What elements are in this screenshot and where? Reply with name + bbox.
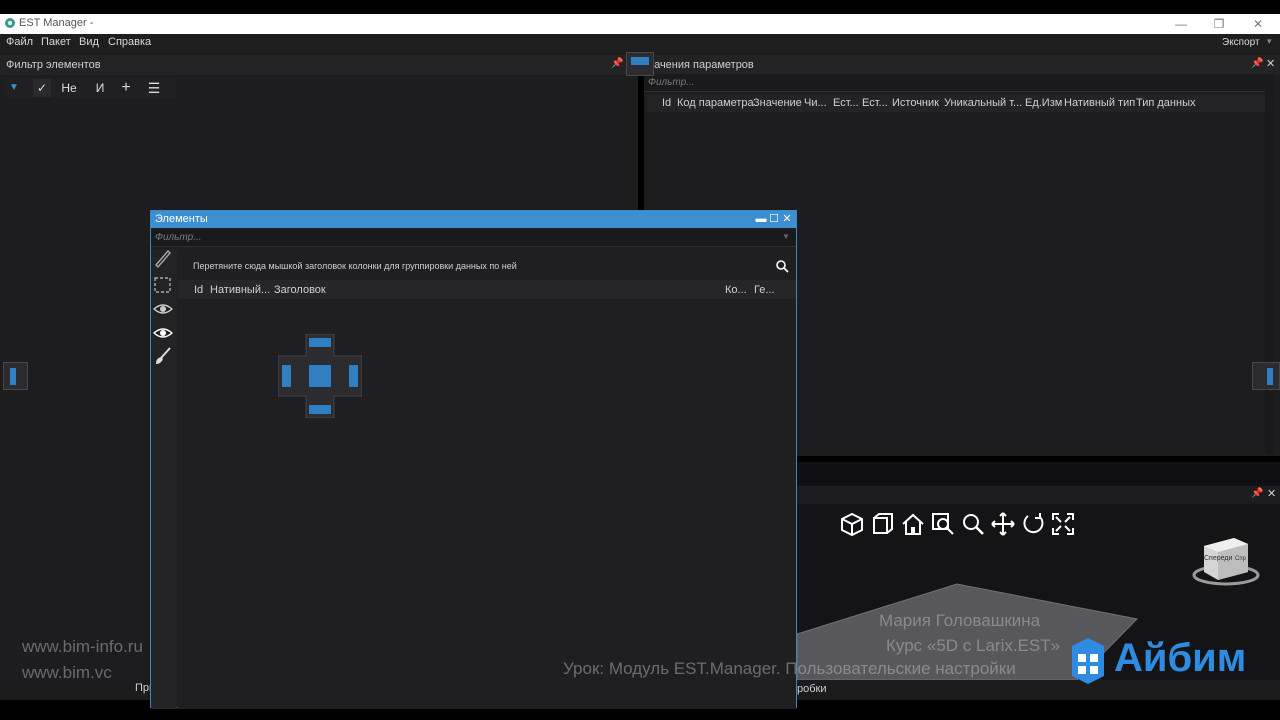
view-3d-icon[interactable] <box>839 511 865 537</box>
el-col-count[interactable]: Ко... <box>725 284 747 296</box>
params-close-icon[interactable]: ✕ <box>1266 57 1275 70</box>
group-panel[interactable]: Перетяните сюда мышкой заголовок колонки… <box>178 254 796 278</box>
params-panel-title: начения параметров <box>648 59 754 71</box>
window-titlebar: EST Manager - — ❐ ✕ <box>0 14 1280 34</box>
dock-right-target[interactable] <box>1252 362 1280 390</box>
site-url-1: www.bim-info.ru <box>22 637 143 656</box>
window-title: EST Manager - <box>19 17 94 29</box>
col-param-code[interactable]: Код параметра <box>677 97 754 109</box>
and-button[interactable]: И <box>91 79 109 97</box>
filter-panel-header: Фильтр элементов 📌 <box>0 55 638 75</box>
filter-dropdown-icon[interactable]: ▼ <box>6 79 22 97</box>
site-url-2: www.bim.vc <box>22 663 112 682</box>
pencil-icon[interactable] <box>152 247 174 269</box>
author-name: Мария Головашкина <box>879 611 1041 630</box>
viewer-panel-header: 📌 ✕ <box>797 486 1280 504</box>
dock-left-target[interactable] <box>3 362 28 390</box>
eye-icon[interactable] <box>152 298 174 320</box>
el-col-title[interactable]: Заголовок <box>274 284 326 296</box>
col-value[interactable]: Значение <box>753 97 802 109</box>
close-button[interactable]: ✕ <box>1243 16 1273 32</box>
lesson-title: Урок: Модуль EST.Manager. Пользовательск… <box>563 659 1016 678</box>
not-button[interactable]: Не <box>57 79 81 97</box>
add-icon[interactable]: + <box>117 79 135 97</box>
elements-window-header[interactable]: Элементы ▬ ☐ ✕ <box>151 211 796 228</box>
zoom-icon[interactable] <box>960 511 986 537</box>
elements-window: Элементы ▬ ☐ ✕ Фильтр... ▼ Перетяните сю… <box>150 210 797 709</box>
brand-name: Айбим <box>1114 636 1247 680</box>
col-unique-type[interactable]: Уникальный т... <box>944 97 1022 109</box>
dock-compass[interactable] <box>277 333 363 419</box>
elements-table-header <box>178 280 796 299</box>
eye-show-icon[interactable] <box>152 322 174 344</box>
col-chi[interactable]: Чи... <box>804 97 827 109</box>
elements-filter-placeholder: Фильтр... <box>155 232 202 243</box>
pin-icon[interactable]: 📌 <box>611 58 623 69</box>
params-pin-icon[interactable]: 📌 <box>1251 58 1263 69</box>
minimize-button[interactable]: — <box>1166 16 1196 32</box>
export-chevron-icon[interactable]: ▾ <box>1267 36 1272 47</box>
el-col-id[interactable]: Id <box>194 284 203 296</box>
elements-filter-input[interactable]: Фильтр... ▼ <box>151 229 796 247</box>
col-unit[interactable]: Ед.Изм <box>1025 97 1062 109</box>
el-col-geom[interactable]: Ге... <box>754 284 775 296</box>
menu-package[interactable]: Пакет <box>41 36 71 48</box>
brush-icon[interactable] <box>152 345 174 367</box>
group-hint-text: Перетяните сюда мышкой заголовок колонки… <box>193 261 517 271</box>
params-filter-placeholder: Фильтр... <box>648 77 695 88</box>
box-view-icon[interactable] <box>870 511 896 537</box>
elements-window-title: Элементы <box>155 213 208 225</box>
dock-top-target[interactable] <box>626 52 654 76</box>
cube-side-label: Спр <box>1235 556 1246 562</box>
elements-grid <box>178 249 796 709</box>
fit-all-icon[interactable] <box>1050 511 1076 537</box>
menu-bar: Файл Пакет Вид Справка Экспорт ▾ <box>0 34 1280 52</box>
cube-front-label: Спереди <box>1204 555 1233 562</box>
search-icon[interactable] <box>775 259 789 273</box>
menu-help[interactable]: Справка <box>108 36 151 48</box>
check-icon[interactable]: ✓ <box>33 79 51 97</box>
params-panel-header: начения параметров 📌 ✕ <box>644 55 1280 75</box>
viewer-pin-icon[interactable]: 📌 <box>1251 488 1263 499</box>
zoom-window-icon[interactable] <box>930 511 956 537</box>
el-col-native[interactable]: Нативный... <box>210 284 270 296</box>
restore-button[interactable]: ❐ <box>1204 16 1234 32</box>
select-rect-icon[interactable] <box>152 274 174 296</box>
col-id[interactable]: Id <box>662 97 671 109</box>
menu-export[interactable]: Экспорт <box>1222 37 1260 48</box>
params-scrollbar[interactable] <box>1265 74 1274 454</box>
col-est1[interactable]: Ест... <box>833 97 859 109</box>
pan-icon[interactable] <box>990 511 1016 537</box>
menu-view[interactable]: Вид <box>79 36 99 48</box>
col-est2[interactable]: Ест... <box>862 97 888 109</box>
course-name: Курс «5D с Larix.EST» <box>886 636 1061 655</box>
orbit-icon[interactable] <box>1020 511 1046 537</box>
menu-file[interactable]: Файл <box>6 36 33 48</box>
brand-logo-icon <box>1068 636 1108 686</box>
elements-minimize-icon[interactable]: ▬ <box>755 212 767 226</box>
bottom-tab-right[interactable]: робки <box>797 683 827 695</box>
col-data-type[interactable]: Тип данных <box>1136 97 1196 109</box>
app-icon <box>5 18 15 28</box>
list-icon[interactable]: ☰ <box>144 79 164 97</box>
elements-close-icon[interactable]: ✕ <box>781 212 793 226</box>
viewer-close-icon[interactable]: ✕ <box>1267 487 1276 500</box>
params-filter-input[interactable]: Фильтр... <box>644 74 1274 92</box>
filter-chevron-icon[interactable]: ▼ <box>782 232 790 241</box>
col-native-type[interactable]: Нативный тип <box>1064 97 1135 109</box>
home-icon[interactable] <box>900 511 926 537</box>
col-source[interactable]: Источник <box>892 97 939 109</box>
elements-maximize-icon[interactable]: ☐ <box>768 212 780 226</box>
view-cube[interactable]: Спереди Спр <box>1190 530 1264 590</box>
filter-panel-title: Фильтр элементов <box>6 59 101 71</box>
